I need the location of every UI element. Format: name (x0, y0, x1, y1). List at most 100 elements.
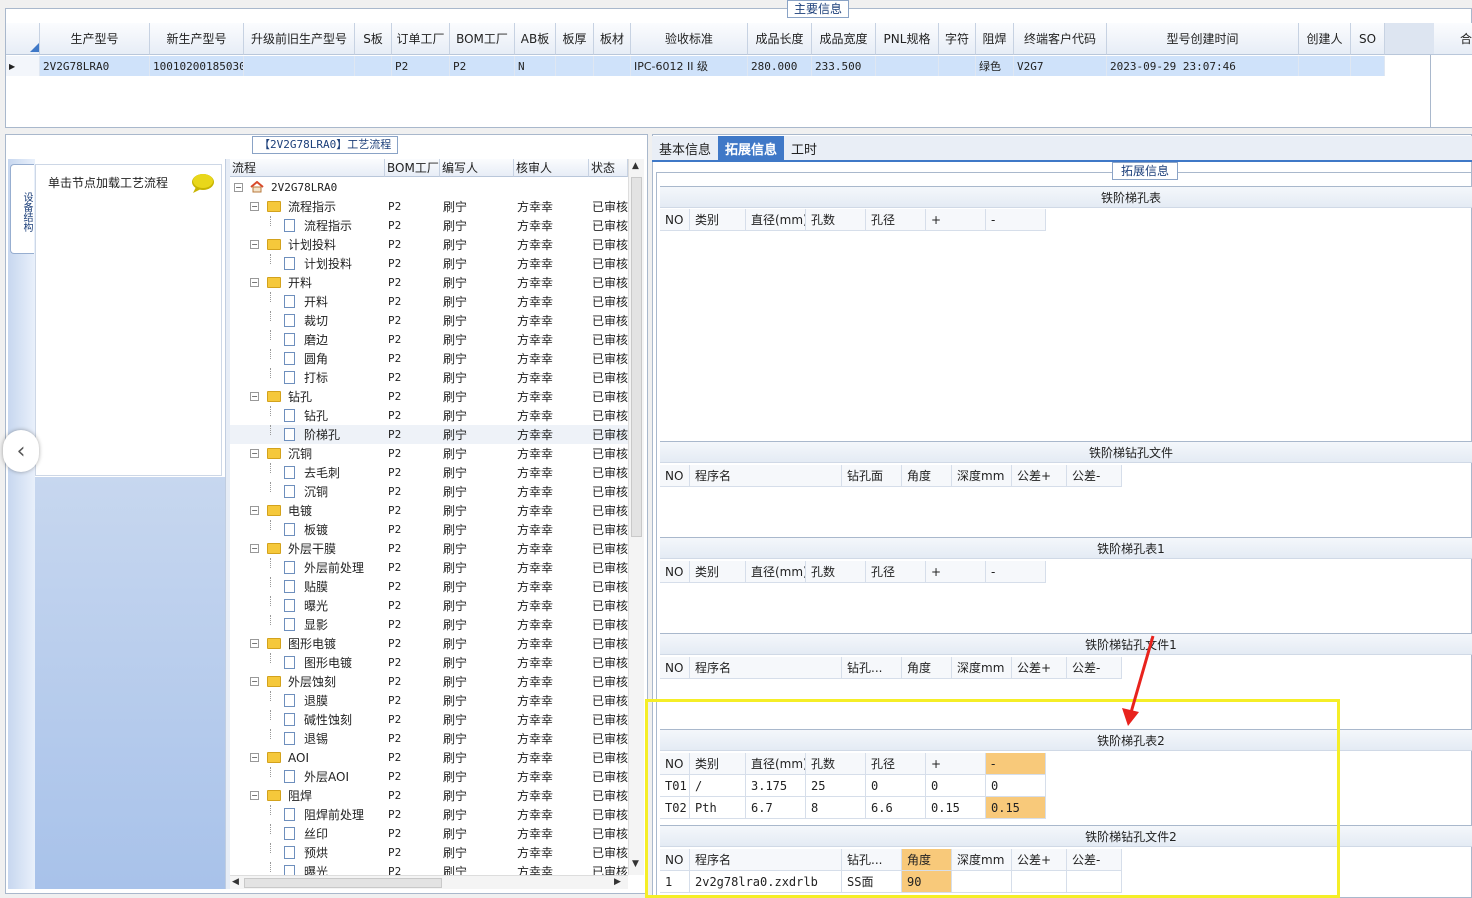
column-header[interactable]: 状态 (589, 159, 628, 177)
table-cell[interactable]: N (515, 56, 556, 76)
column-header[interactable]: 孔径 (866, 209, 926, 231)
column-header[interactable]: 孔数 (806, 209, 866, 231)
step-hole-table[interactable]: NO 类别 直径(mm) 孔数 孔径 + - (660, 209, 1046, 231)
table-cell[interactable]: Pth (690, 797, 746, 819)
tree-row[interactable]: 预烘 P2 刷宁 方幸幸 已审核 (230, 843, 628, 862)
table-cell[interactable]: T01 (660, 775, 690, 797)
tree-row[interactable]: 去毛刺 P2 刷宁 方幸幸 已审核 (230, 463, 628, 482)
column-header[interactable]: 角度 (902, 465, 952, 487)
column-header[interactable]: 编写人 (440, 159, 514, 177)
collapse-icon[interactable]: − (250, 392, 259, 401)
column-header[interactable]: 深度mm (952, 657, 1012, 679)
tree-row[interactable]: 丝印 P2 刷宁 方幸幸 已审核 (230, 824, 628, 843)
column-header[interactable]: 程序名 (690, 657, 842, 679)
collapse-icon[interactable]: − (250, 544, 259, 553)
column-header[interactable]: 核审人 (514, 159, 589, 177)
table-cell[interactable]: 6.6 (866, 797, 926, 819)
column-header[interactable]: 公差- (1067, 657, 1122, 679)
scroll-thumb[interactable] (244, 878, 442, 888)
tree-row[interactable]: − 计划投料 P2 刷宁 方幸幸 已审核 (230, 235, 628, 254)
column-header[interactable]: 合 (1434, 23, 1472, 55)
tree-row[interactable]: 打标 P2 刷宁 方幸幸 已审核 (230, 368, 628, 387)
collapse-icon[interactable]: − (250, 791, 259, 800)
table-cell[interactable]: 0.15 (926, 797, 986, 819)
column-header[interactable]: 直径(mm) (746, 209, 806, 231)
tree-row[interactable]: − 外层蚀刻 P2 刷宁 方幸幸 已审核 (230, 672, 628, 691)
column-header[interactable]: 类别 (690, 753, 746, 775)
collapse-icon[interactable]: − (250, 240, 259, 249)
tree-row[interactable]: 外层AOI P2 刷宁 方幸幸 已审核 (230, 767, 628, 786)
column-header[interactable]: NO (660, 561, 690, 583)
column-header[interactable]: AB板 (515, 23, 556, 55)
column-header[interactable]: 新生产型号 (150, 23, 244, 55)
table-row[interactable]: ▶ 2V2G78LRA0 10010200185030 P2 P2 N IPC-6012 I… (6, 56, 1385, 76)
tree-row[interactable]: 钻孔 P2 刷宁 方幸幸 已审核 (230, 406, 628, 425)
tree-row[interactable]: 退膜 P2 刷宁 方幸幸 已审核 (230, 691, 628, 710)
column-header[interactable]: SO (1351, 23, 1385, 55)
column-header[interactable]: 直径(mm) (746, 561, 806, 583)
column-header[interactable]: - (986, 753, 1046, 775)
column-header[interactable]: 字符 (939, 23, 976, 55)
table-cell[interactable]: 绿色 (976, 56, 1014, 76)
column-header[interactable]: 孔径 (866, 561, 926, 583)
tab-extended-info[interactable]: 拓展信息 (718, 136, 785, 160)
table-cell[interactable] (1299, 56, 1351, 76)
column-header[interactable]: 孔数 (806, 561, 866, 583)
tree-row[interactable]: 沉铜 P2 刷宁 方幸幸 已审核 (230, 482, 628, 501)
column-header[interactable]: 钻孔面 (842, 465, 902, 487)
collapse-icon[interactable]: − (250, 506, 259, 515)
column-header[interactable]: 终端客户代码 (1014, 23, 1107, 55)
column-header[interactable]: - (986, 561, 1046, 583)
tree-row[interactable]: 磨边 P2 刷宁 方幸幸 已审核 (230, 330, 628, 349)
column-header[interactable]: 公差- (1067, 849, 1122, 871)
collapse-icon[interactable]: − (250, 753, 259, 762)
horizontal-scrollbar[interactable]: ◀ ▶ (230, 875, 628, 889)
table-cell[interactable]: 1 (660, 871, 690, 893)
column-header[interactable]: 板材 (594, 23, 631, 55)
collapse-left-button[interactable]: ‹ (3, 430, 39, 472)
table-cell[interactable]: 2023-09-29 23:07:46 (1107, 56, 1299, 76)
tree-row[interactable]: 图形电镀 P2 刷宁 方幸幸 已审核 (230, 653, 628, 672)
table-cell[interactable]: 3.175 (746, 775, 806, 797)
column-header[interactable]: 成品宽度 (812, 23, 876, 55)
tab-work-hours[interactable]: 工时 (784, 136, 824, 160)
column-header[interactable]: 角度 (902, 657, 952, 679)
tree-row[interactable]: − 沉铜 P2 刷宁 方幸幸 已审核 (230, 444, 628, 463)
table-cell[interactable]: 2V2G78LRA0 (40, 56, 150, 76)
column-header[interactable]: BOM工厂 (450, 23, 515, 55)
scroll-up-icon[interactable]: ▲ (632, 161, 639, 171)
table-cell[interactable]: 10010200185030 (150, 56, 244, 76)
tree-row[interactable]: − 外层干膜 P2 刷宁 方幸幸 已审核 (230, 539, 628, 558)
column-header[interactable]: 深度mm (952, 465, 1012, 487)
collapse-icon[interactable]: − (250, 677, 259, 686)
column-header[interactable]: 程序名 (690, 849, 842, 871)
tree-row[interactable]: − 钻孔 P2 刷宁 方幸幸 已审核 (230, 387, 628, 406)
tree-row[interactable]: − 流程指示 P2 刷宁 方幸幸 已审核 (230, 197, 628, 216)
column-header[interactable]: 流程 (230, 159, 385, 177)
step-drill-file-table-1[interactable]: NO 程序名 钻孔... 角度 深度mm 公差+ 公差- (660, 657, 1122, 679)
column-header[interactable]: 验收标准 (631, 23, 748, 55)
table-cell[interactable]: 6.7 (746, 797, 806, 819)
column-header[interactable]: 板厚 (556, 23, 594, 55)
table-cell[interactable]: 280.000 (748, 56, 812, 76)
column-header[interactable]: NO (660, 465, 690, 487)
tree-row[interactable]: − 电镀 P2 刷宁 方幸幸 已审核 (230, 501, 628, 520)
column-header[interactable]: 订单工厂 (392, 23, 450, 55)
scroll-down-icon[interactable]: ▼ (632, 859, 639, 869)
table-cell[interactable]: / (690, 775, 746, 797)
column-header[interactable]: 钻孔... (842, 657, 902, 679)
table-cell[interactable] (556, 56, 594, 76)
table-cell[interactable]: T02 (660, 797, 690, 819)
table-cell[interactable]: 233.500 (812, 56, 876, 76)
table-cell[interactable]: V2G7 (1014, 56, 1107, 76)
scroll-right-icon[interactable]: ▶ (614, 877, 621, 887)
table-cell[interactable]: 0 (986, 775, 1046, 797)
collapse-icon[interactable]: − (250, 202, 259, 211)
table-cell[interactable] (1351, 56, 1385, 76)
step-drill-file-table[interactable]: NO 程序名 钻孔面 角度 深度mm 公差+ 公差- (660, 465, 1122, 487)
table-cell[interactable] (594, 56, 631, 76)
table-cell[interactable]: 0 (926, 775, 986, 797)
table-cell[interactable]: 2v2g78lra0.zxdrlb (690, 871, 842, 893)
collapse-icon[interactable]: − (250, 278, 259, 287)
tree-row[interactable]: − 开料 P2 刷宁 方幸幸 已审核 (230, 273, 628, 292)
